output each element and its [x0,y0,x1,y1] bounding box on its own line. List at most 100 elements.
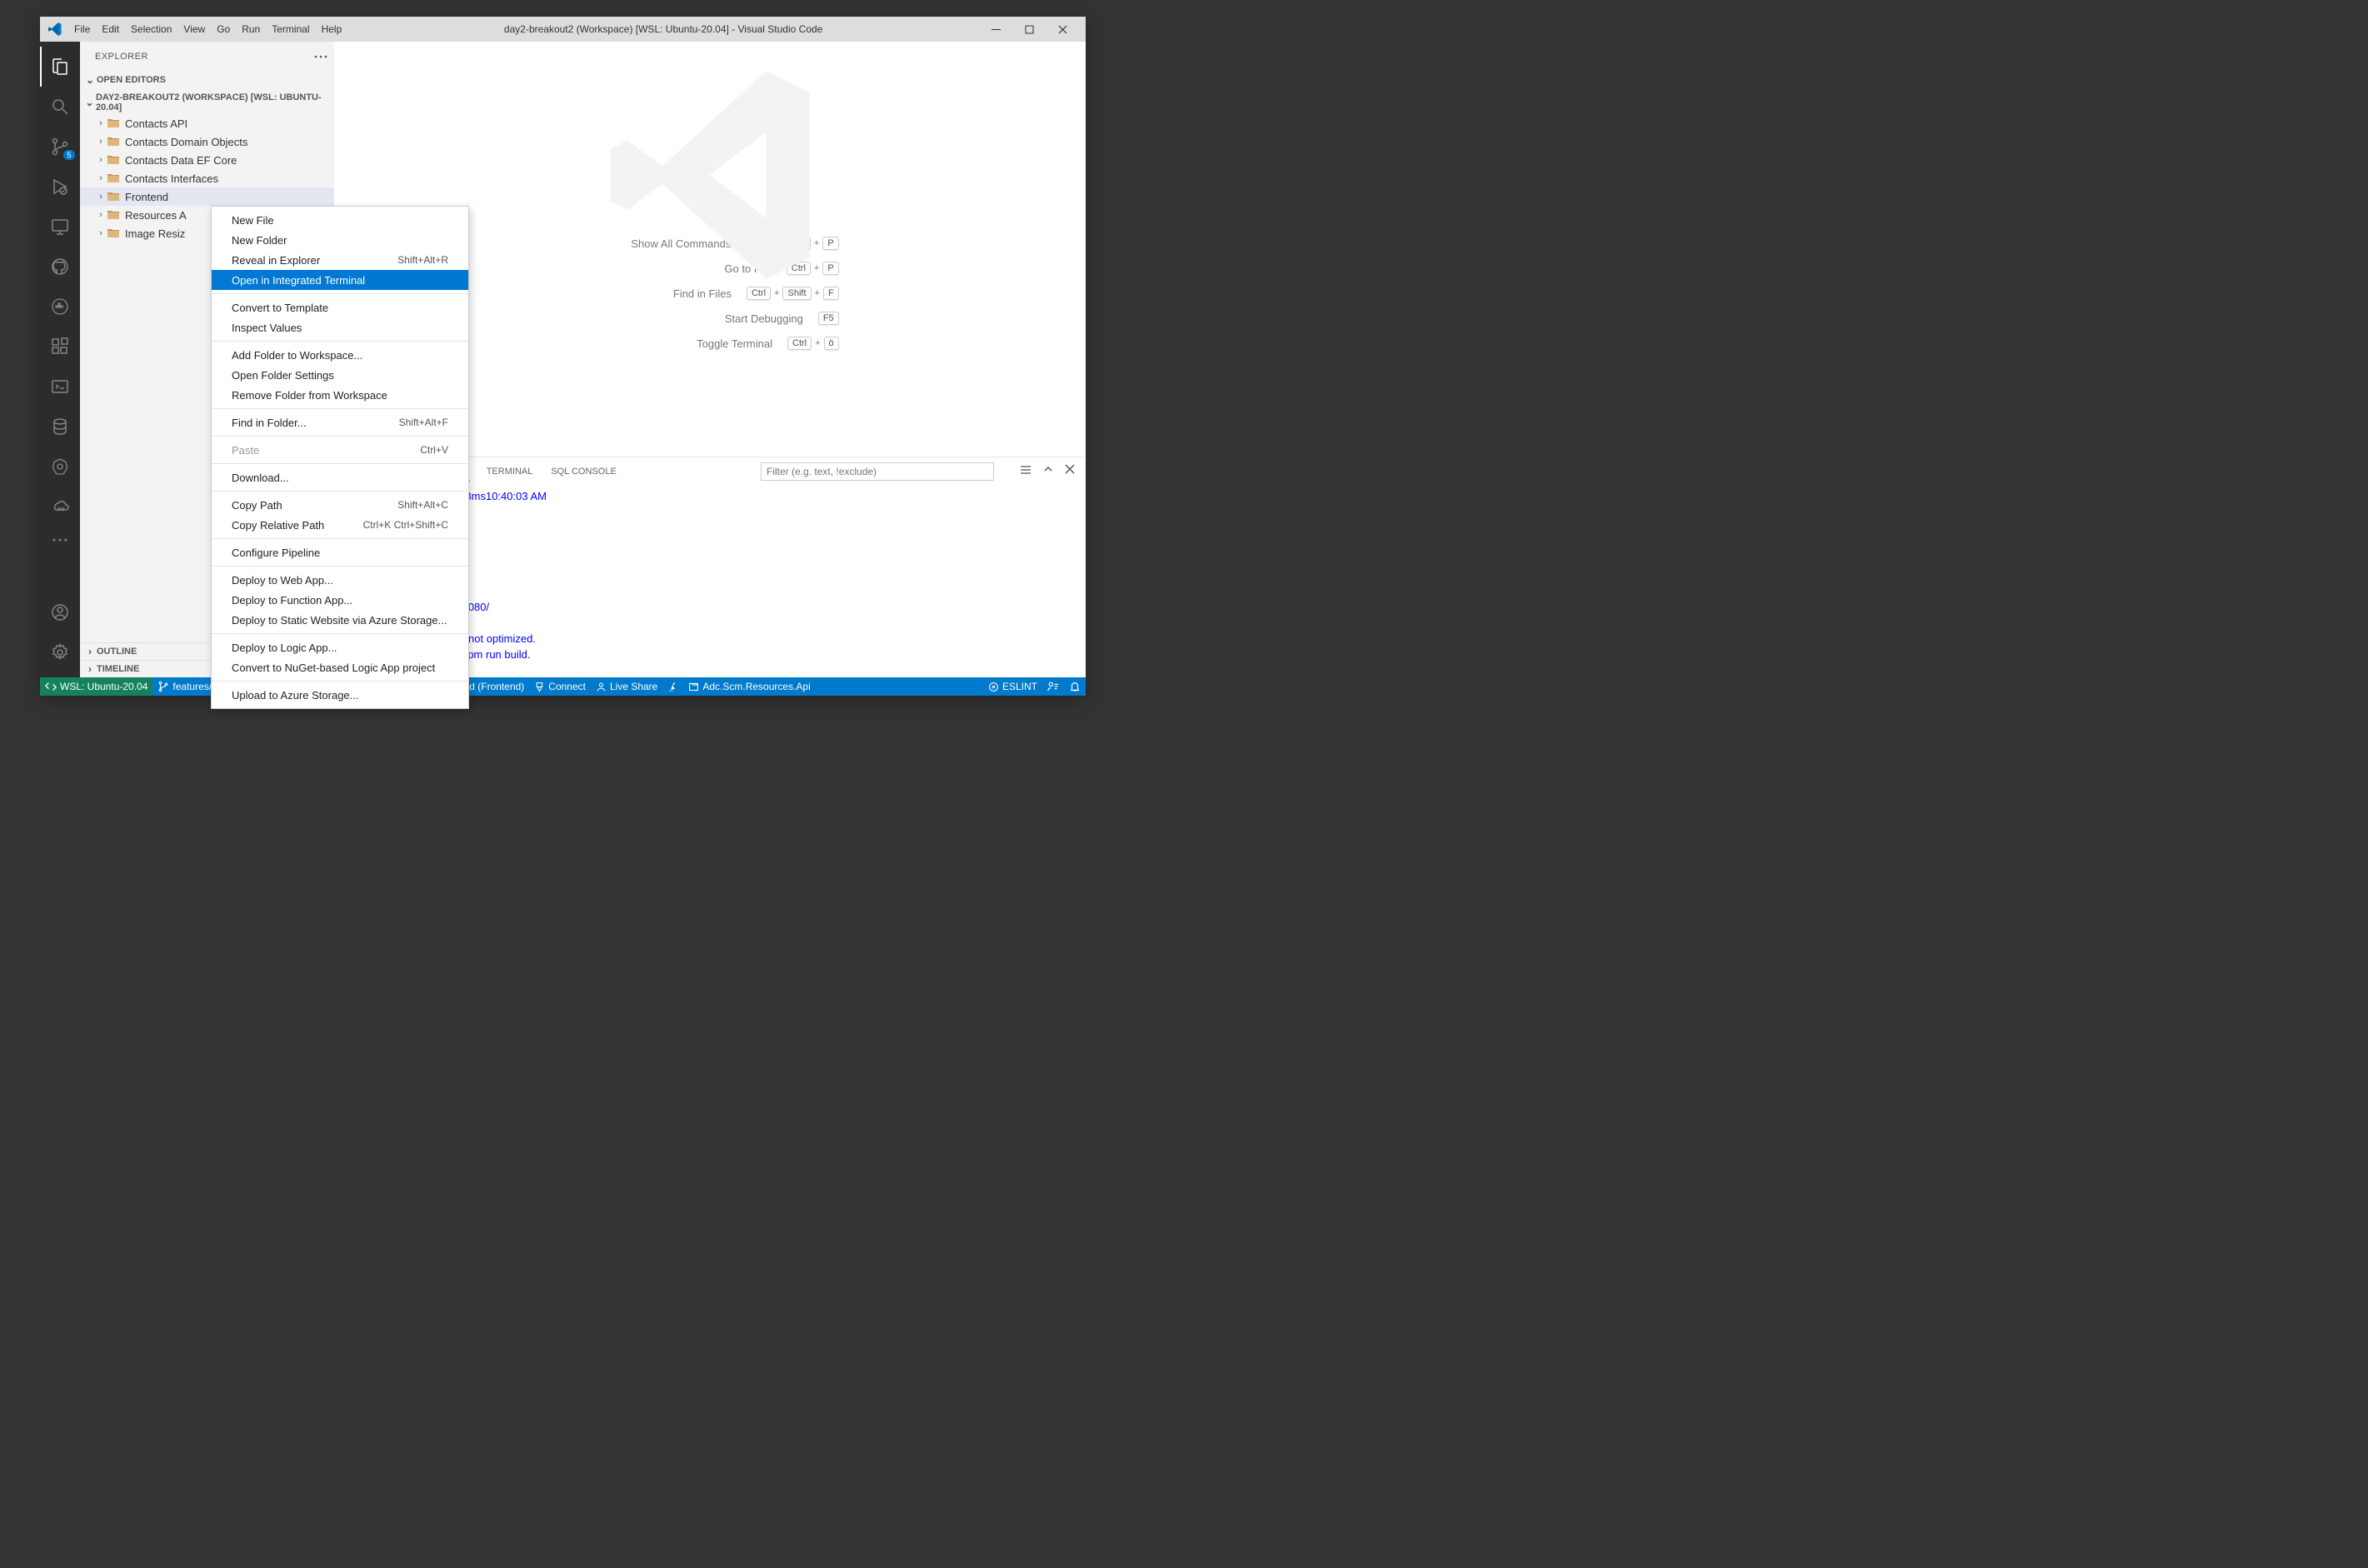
menu-selection[interactable]: Selection [125,20,177,38]
context-menu-label: Open in Integrated Terminal [232,274,365,287]
context-menu-separator [212,538,468,539]
tree-folder[interactable]: ›Contacts API [80,114,334,132]
panel-close-icon[interactable] [1064,463,1076,479]
panel-tab[interactable]: TERMINAL [485,467,535,477]
activity-settings[interactable] [40,632,80,672]
context-menu-item[interactable]: Deploy to Logic App... [212,637,468,657]
menu-edit[interactable]: Edit [96,20,125,38]
context-menu-item[interactable]: Reveal in ExplorerShift+Alt+R [212,250,468,270]
context-menu-item[interactable]: Download... [212,467,468,487]
status-eslint[interactable]: ESLINT [983,677,1042,696]
keycap: ö [824,337,839,350]
context-menu-item[interactable]: New Folder [212,230,468,250]
activity-github[interactable] [40,247,80,287]
panel-collapse-icon[interactable] [1042,463,1054,479]
context-menu-item[interactable]: Remove Folder from Workspace [212,385,468,405]
menu-terminal[interactable]: Terminal [266,20,315,38]
workspace-section[interactable]: ⌄DAY2-BREAKOUT2 (WORKSPACE) [WSL: UBUNTU… [80,91,334,114]
context-menu-shortcut: Shift+Alt+R [397,254,448,266]
activity-run-debug[interactable] [40,167,80,207]
open-editors-section[interactable]: ⌄OPEN EDITORS [80,72,334,87]
context-menu-separator [212,436,468,437]
status-bell-icon[interactable] [1064,677,1086,696]
context-menu-separator [212,633,468,634]
context-menu-item[interactable]: Upload to Azure Storage... [212,685,468,705]
sidebar-title: EXPLORER [95,52,314,62]
activity-remote-explorer[interactable] [40,207,80,247]
tree-label: Contacts Interfaces [125,172,218,185]
context-menu-item[interactable]: Convert to Template [212,297,468,317]
context-menu-item[interactable]: Deploy to Web App... [212,570,468,590]
activity-source-control[interactable]: 5 [40,127,80,167]
menu-go[interactable]: Go [211,20,236,38]
context-menu-item[interactable]: New File [212,210,468,230]
tree-label: Contacts Domain Objects [125,136,247,148]
context-menu-label: Copy Path [232,499,282,512]
keycap: P [822,262,838,275]
tree-folder[interactable]: ›Contacts Interfaces [80,169,334,187]
context-menu-item[interactable]: Copy PathShift+Alt+C [212,495,468,515]
panel-tab[interactable]: SQL CONSOLE [549,467,617,477]
context-menu-item[interactable]: Deploy to Function App... [212,590,468,610]
tree-label: Image Resiz [125,227,185,240]
folder-icon [107,209,120,221]
status-liveshare[interactable]: Live Share [591,677,662,696]
activity-accounts[interactable] [40,592,80,632]
keycap: Ctrl [747,287,771,300]
context-menu-item[interactable]: Find in Folder...Shift+Alt+F [212,412,468,432]
sidebar-more-icon[interactable] [314,55,327,58]
keycap: Shift [782,287,811,300]
activity-kubernetes[interactable] [40,447,80,487]
context-menu-item[interactable]: Deploy to Static Website via Azure Stora… [212,610,468,630]
keycap: F5 [818,312,839,325]
context-menu-item[interactable]: Inspect Values [212,317,468,337]
tree-label: Contacts Data EF Core [125,154,237,167]
welcome-command-label: Toggle Terminal [622,337,772,350]
context-menu-item[interactable]: Open in Integrated Terminal [212,270,468,290]
tree-folder[interactable]: ›Frontend [80,187,334,206]
welcome-command-keys: Ctrl+Shift+F [747,287,839,300]
context-menu-separator [212,681,468,682]
tree-folder[interactable]: ›Contacts Data EF Core [80,151,334,169]
context-menu-item[interactable]: Copy Relative PathCtrl+K Ctrl+Shift+C [212,515,468,535]
context-menu-item: PasteCtrl+V [212,440,468,460]
context-menu-label: Deploy to Static Website via Azure Stora… [232,614,447,627]
keycap: P [822,237,838,250]
activity-docker[interactable] [40,287,80,327]
context-menu-separator [212,341,468,342]
status-project[interactable]: Adc.Scm.Resources.Api [683,677,815,696]
context-menu-item[interactable]: Convert to NuGet-based Logic App project [212,657,468,677]
activity-search[interactable] [40,87,80,127]
activity-azure[interactable] [40,487,80,527]
folder-icon [107,117,120,129]
maximize-button[interactable] [1012,17,1046,42]
menu-help[interactable]: Help [316,20,348,38]
context-menu-label: Paste [232,444,259,457]
status-feedback-icon[interactable] [1042,677,1064,696]
activity-bar: 5 [40,42,80,677]
context-menu-label: Inspect Values [232,322,302,334]
context-menu-label: Convert to NuGet-based Logic App project [232,662,435,674]
status-azure-signin[interactable] [662,677,683,696]
context-menu-label: Configure Pipeline [232,547,320,559]
context-menu-item[interactable]: Configure Pipeline [212,542,468,562]
close-button[interactable] [1046,17,1079,42]
debug-filter-input[interactable] [761,462,994,481]
tree-folder[interactable]: ›Contacts Domain Objects [80,132,334,151]
context-menu-item[interactable]: Open Folder Settings [212,365,468,385]
panel-settings-icon[interactable] [1019,463,1032,479]
menu-file[interactable]: File [68,20,96,38]
status-remote[interactable]: WSL: Ubuntu-20.04 [40,677,152,696]
activity-more[interactable] [40,527,80,553]
activity-explorer[interactable] [40,47,80,87]
activity-terminal-panel[interactable] [40,367,80,407]
activity-database[interactable] [40,407,80,447]
menu-run[interactable]: Run [236,20,266,38]
activity-extensions[interactable] [40,327,80,367]
menu-view[interactable]: View [177,20,211,38]
context-menu-label: Add Folder to Workspace... [232,349,362,362]
context-menu-item[interactable]: Add Folder to Workspace... [212,345,468,365]
minimize-button[interactable] [979,17,1012,42]
status-connect[interactable]: Connect [529,677,591,696]
context-menu-label: New Folder [232,234,287,247]
